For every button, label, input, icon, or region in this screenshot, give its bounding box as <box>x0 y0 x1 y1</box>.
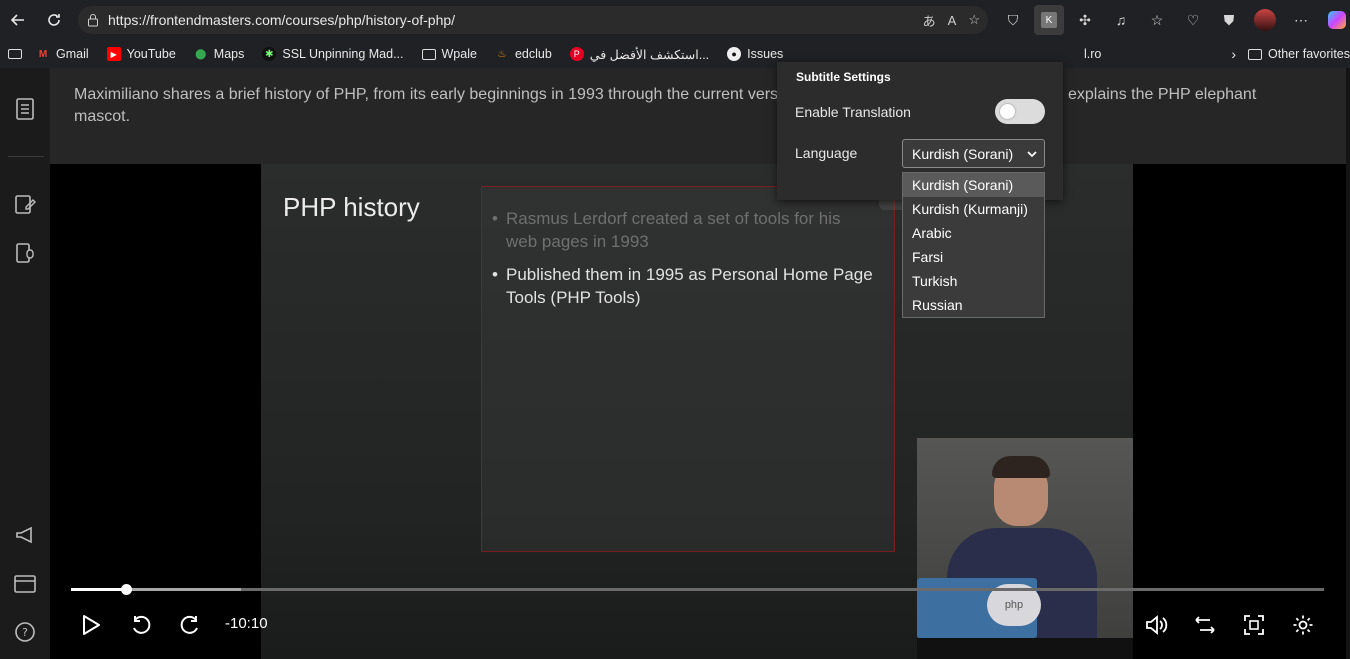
course-page: ? Maximiliano shares a brief history of … <box>0 68 1350 659</box>
puzzle-icon[interactable]: ✣ <box>1070 5 1100 35</box>
language-option[interactable]: Kurdish (Sorani) <box>903 173 1044 197</box>
slide-title: PHP history <box>283 192 420 222</box>
svg-text:?: ? <box>22 626 28 639</box>
language-option[interactable]: Kurdish (Kurmanji) <box>903 197 1044 221</box>
folder-icon <box>1248 48 1263 60</box>
speaker-camera-inset: php <box>917 438 1133 659</box>
language-option[interactable]: Arabic <box>903 221 1044 245</box>
shield-icon[interactable]: ⛉ <box>998 5 1028 35</box>
url-text: https://frontendmasters.com/courses/php/… <box>108 12 456 28</box>
progress-bar[interactable] <box>71 584 1324 595</box>
bookmark-pinterest[interactable]: P استكشف الأفضل في... <box>569 47 709 62</box>
progress-scrubber-handle[interactable] <box>121 584 133 595</box>
language-option[interactable]: Russian <box>903 293 1044 317</box>
pinterest-icon: P <box>569 47 584 61</box>
bookmark-ssl[interactable]: ✱ SSL Unpinning Mad... <box>262 47 404 61</box>
settings-button[interactable] <box>1288 610 1318 640</box>
rewind-button[interactable] <box>126 610 156 640</box>
sidebar-divider <box>8 156 44 157</box>
bookmarks-bar: M Gmail ▶ YouTube ⬤ Maps ✱ SSL Unpinning… <box>0 40 1350 68</box>
bookmark-edclub[interactable]: ♨ edclub <box>495 47 551 61</box>
megaphone-icon[interactable] <box>12 522 38 548</box>
video-player[interactable]: PHP history Rasmus Lerdorf created a set… <box>50 164 1346 659</box>
browser-toolbar: https://frontendmasters.com/courses/php/… <box>0 0 1350 40</box>
copilot-icon[interactable] <box>1322 5 1350 35</box>
reload-icon <box>48 14 60 26</box>
forward-icon <box>180 615 198 634</box>
more-icon[interactable]: ⋯ <box>1286 5 1316 35</box>
popup-title: Subtitle Settings <box>796 70 891 84</box>
time-remaining: -10:10 <box>225 615 268 632</box>
youtube-icon: ▶ <box>106 47 121 61</box>
heart-pulse-icon[interactable]: ♡ <box>1178 5 1208 35</box>
speaker-hair <box>992 456 1050 478</box>
back-arrow-icon <box>10 14 24 26</box>
slide-bullet-1: Rasmus Lerdorf created a set of tools fo… <box>492 207 876 253</box>
language-option[interactable]: Farsi <box>903 245 1044 269</box>
language-select[interactable]: Kurdish (Sorani) <box>902 139 1045 168</box>
address-bar[interactable]: https://frontendmasters.com/courses/php/… <box>78 6 988 34</box>
forward-button[interactable] <box>175 610 205 640</box>
slide-bullet-2: Published them in 1995 as Personal Home … <box>492 263 876 309</box>
toggle-knob <box>1000 104 1015 119</box>
fullscreen-button[interactable] <box>1239 610 1269 640</box>
maps-icon: ⬤ <box>195 48 207 60</box>
profile-avatar-icon[interactable] <box>1250 5 1280 35</box>
fullscreen-icon <box>1244 615 1264 635</box>
enable-translation-label: Enable Translation <box>795 104 911 120</box>
language-dropdown-list: Kurdish (Sorani) Kurdish (Kurmanji) Arab… <box>902 172 1045 318</box>
volume-icon <box>1146 615 1168 635</box>
music-note-icon[interactable]: ♫ <box>1106 5 1136 35</box>
switch-arrows-icon <box>1195 616 1215 634</box>
left-sidebar: ? <box>0 68 50 659</box>
desk <box>917 638 1133 659</box>
gear-icon <box>1293 615 1313 635</box>
bookmark-youtube[interactable]: ▶ YouTube <box>106 47 176 61</box>
document-icon[interactable] <box>12 96 38 122</box>
volume-button[interactable] <box>1141 610 1171 640</box>
lesson-description: Maximiliano shares a brief history of PH… <box>74 86 1257 125</box>
k-extension-icon: K <box>1041 12 1057 28</box>
notes-icon[interactable] <box>12 191 38 217</box>
bookmark-maps[interactable]: ⬤ Maps <box>194 47 244 61</box>
read-aloud-icon[interactable]: A <box>948 13 957 28</box>
bookmark-gmail[interactable]: M Gmail <box>36 47 89 61</box>
lesson-description-panel: Maximiliano shares a brief history of PH… <box>50 68 1346 164</box>
transcript-mic-icon[interactable] <box>12 240 38 266</box>
rewind-icon <box>133 615 151 634</box>
bookmark-other-favorites[interactable]: Other favorites <box>1248 47 1350 61</box>
extensions-bar: ⛉ K ✣ ♫ ☆ ♡ ⛊ ⋯ <box>998 4 1350 36</box>
translate-icon[interactable]: あ <box>923 11 936 30</box>
chevron-right-icon[interactable]: › <box>1231 46 1236 62</box>
browser-essentials-icon[interactable]: ⛊ <box>1214 5 1244 35</box>
reload-button[interactable] <box>36 2 72 38</box>
language-option[interactable]: Turkish <box>903 269 1044 293</box>
ssl-icon: ✱ <box>262 47 277 61</box>
gmail-icon: M <box>38 48 48 60</box>
enable-translation-toggle[interactable] <box>995 99 1045 124</box>
help-chat-icon[interactable]: ? <box>12 619 38 645</box>
bookmark-issues[interactable]: ● Issues <box>727 47 783 61</box>
edclub-icon: ♨ <box>497 48 507 60</box>
lock-icon <box>78 13 108 27</box>
play-button[interactable] <box>76 610 106 640</box>
bookmark-wpale[interactable]: Wpale <box>421 47 477 61</box>
k-extension-button[interactable]: K <box>1034 5 1064 35</box>
github-icon: ● <box>727 47 742 61</box>
play-icon <box>83 615 100 635</box>
star-icon[interactable]: ☆ <box>968 12 980 28</box>
chevron-down-icon <box>1026 147 1038 164</box>
favorites-icon[interactable]: ☆ <box>1142 5 1172 35</box>
bookmark-reading-list[interactable] <box>8 49 22 59</box>
reading-list-icon <box>8 49 22 59</box>
captions-switch-button[interactable] <box>1190 610 1220 640</box>
back-button[interactable] <box>0 2 36 38</box>
bookmark-partial[interactable]: l.ro <box>1084 47 1101 61</box>
folder-icon <box>421 48 436 60</box>
slide-content-box: Rasmus Lerdorf created a set of tools fo… <box>481 186 895 552</box>
language-label: Language <box>795 145 858 161</box>
progress-played <box>71 588 127 591</box>
browser-window-icon[interactable] <box>12 571 38 597</box>
